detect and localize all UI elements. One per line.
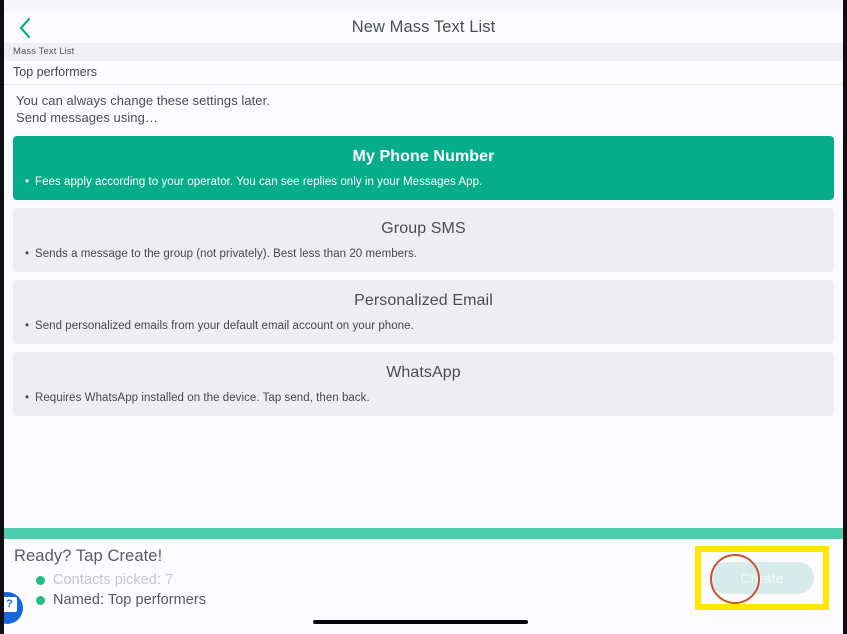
device-bezel-left xyxy=(0,0,4,634)
option-description-text: Fees apply according to your operator. Y… xyxy=(35,176,483,188)
device-bezel-right xyxy=(843,0,847,634)
send-method-options: My Phone Number • Fees apply according to… xyxy=(13,136,834,424)
option-description-text: Send personalized emails from your defau… xyxy=(35,320,414,332)
click-target-ring-icon xyxy=(710,554,760,604)
option-description: • Sends a message to the group (not priva… xyxy=(25,246,820,262)
option-description: • Fees apply according to your operator. … xyxy=(25,174,820,190)
list-name-input[interactable]: Top performers xyxy=(4,61,843,85)
home-indicator xyxy=(313,620,528,624)
list-name-field-group: Mass Text List Top performers xyxy=(4,43,843,85)
page-title: New Mass Text List xyxy=(351,18,496,36)
bullet-dot-icon xyxy=(36,575,45,585)
option-description-text: Requires WhatsApp installed on the devic… xyxy=(35,392,370,404)
status-bar xyxy=(0,0,847,12)
option-title: WhatsApp xyxy=(386,364,461,381)
helper-line-2: Send messages using… xyxy=(16,110,158,125)
footer-heading: Ready? Tap Create! xyxy=(14,547,163,565)
option-card-personalized-email[interactable]: Personalized Email • Send personalized em… xyxy=(13,280,834,344)
checklist-item-label: Named: Top performers xyxy=(53,592,207,608)
question-mark-icon: ? xyxy=(2,597,17,612)
bullet-dot-icon xyxy=(36,595,45,605)
option-description: • Send personalized emails from your defa… xyxy=(25,318,820,334)
checklist-item-contacts: Contacts picked: 7 xyxy=(36,570,206,590)
option-title: My Phone Number xyxy=(352,148,495,165)
option-title: Personalized Email xyxy=(354,292,493,309)
option-card-whatsapp[interactable]: WhatsApp • Requires WhatsApp installed on… xyxy=(13,352,834,416)
option-title: Group SMS xyxy=(381,220,466,237)
navigation-bar: New Mass Text List xyxy=(4,12,843,43)
list-name-label: Mass Text List xyxy=(4,43,843,61)
helper-text: You can always change these settings lat… xyxy=(16,92,716,126)
footer-divider-bar xyxy=(4,528,843,539)
helper-line-1: You can always change these settings lat… xyxy=(16,93,270,108)
option-card-my-phone-number[interactable]: My Phone Number • Fees apply according to… xyxy=(13,136,834,200)
footer-checklist: Contacts picked: 7 Named: Top performers xyxy=(36,570,206,610)
bullet-icon: • xyxy=(25,392,30,404)
checklist-item-label: Contacts picked: 7 xyxy=(53,572,174,588)
app-screen: New Mass Text List Mass Text List Top pe… xyxy=(0,0,847,634)
bullet-icon: • xyxy=(25,176,30,188)
option-card-group-sms[interactable]: Group SMS • Sends a message to the group … xyxy=(13,208,834,272)
bullet-icon: • xyxy=(25,248,30,260)
create-button-region: Create xyxy=(695,546,829,610)
option-description-text: Sends a message to the group (not privat… xyxy=(35,248,418,260)
bullet-icon: • xyxy=(25,320,30,332)
option-description: • Requires WhatsApp installed on the devi… xyxy=(25,390,820,406)
checklist-item-name: Named: Top performers xyxy=(36,590,206,610)
